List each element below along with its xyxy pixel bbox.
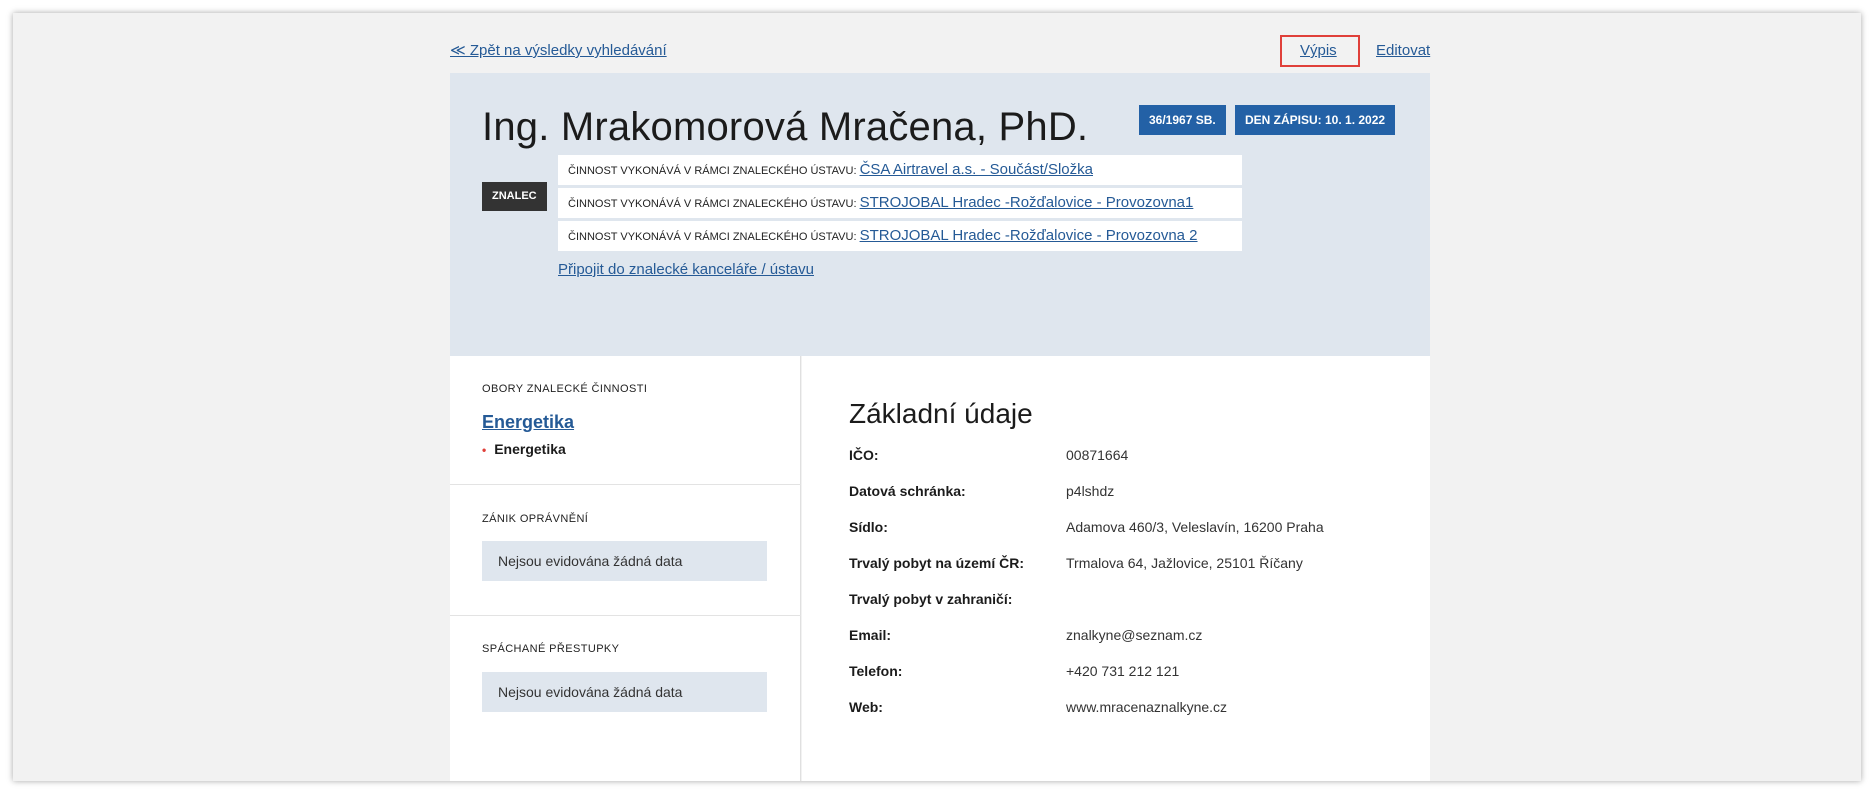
browser-viewport: ≪ Zpět na výsledky vyhledávání Výpis Edi…	[13, 13, 1861, 781]
info-row-web: Web: www.mracenaznalkyne.cz	[849, 699, 1409, 719]
field-subitem: • Energetika	[482, 441, 566, 457]
info-row-email: Email: znalkyne@seznam.cz	[849, 627, 1409, 647]
activity-row: ČINNOST VYKONÁVÁ V RÁMCI ZNALECKÉHO ÚSTA…	[558, 188, 1242, 218]
info-label: IČO:	[849, 447, 879, 463]
info-value: +420 731 212 121	[1066, 663, 1180, 679]
field-subitem-label: Energetika	[494, 441, 566, 457]
field-energetika-link[interactable]: Energetika	[482, 412, 574, 433]
expert-name: Ing. Mrakomorová Mračena, PhD.	[482, 105, 1089, 149]
back-to-results-link[interactable]: ≪ Zpět na výsledky vyhledávání	[450, 41, 667, 59]
activity-row: ČINNOST VYKONÁVÁ V RÁMCI ZNALECKÉHO ÚSTA…	[558, 221, 1242, 251]
info-value: Adamova 460/3, Veleslavín, 16200 Praha	[1066, 519, 1324, 535]
info-row-phone: Telefon: +420 731 212 121	[849, 663, 1409, 683]
fields-section-title: OBORY ZNALECKÉ ČINNOSTI	[482, 383, 648, 395]
law-badge: 36/1967 SB.	[1139, 105, 1226, 135]
role-badge: ZNALEC	[482, 182, 547, 211]
info-value: znalkyne@seznam.cz	[1066, 627, 1203, 643]
activity-prefix: ČINNOST VYKONÁVÁ V RÁMCI ZNALECKÉHO ÚSTA…	[568, 231, 857, 243]
info-value: 00871664	[1066, 447, 1129, 463]
info-row-data-box: Datová schránka: p4lshdz	[849, 483, 1409, 503]
termination-section-title: ZÁNIK OPRÁVNĚNÍ	[482, 513, 589, 525]
info-label: Email:	[849, 627, 892, 643]
info-row-residence-cz: Trvalý pobyt na území ČR: Trmalova 64, J…	[849, 555, 1409, 575]
activity-row: ČINNOST VYKONÁVÁ V RÁMCI ZNALECKÉHO ÚSTA…	[558, 155, 1242, 185]
info-label: Telefon:	[849, 663, 903, 679]
info-label: Sídlo:	[849, 519, 888, 535]
info-label: Web:	[849, 699, 883, 715]
offenses-empty-box: Nejsou evidována žádná data	[482, 672, 767, 712]
info-value: www.mracenaznalkyne.cz	[1066, 699, 1228, 715]
registration-date-badge: DEN ZÁPISU: 10. 1. 2022	[1235, 105, 1396, 135]
info-row-seat: Sídlo: Adamova 460/3, Veleslavín, 16200 …	[849, 519, 1409, 539]
sidebar: OBORY ZNALECKÉ ČINNOSTI Energetika • Ener…	[450, 356, 801, 781]
vypis-link[interactable]: Výpis	[1300, 42, 1337, 59]
institute-link[interactable]: ČSA Airtravel a.s. - Součást/Složka	[860, 161, 1093, 178]
activity-prefix: ČINNOST VYKONÁVÁ V RÁMCI ZNALECKÉHO ÚSTA…	[568, 165, 857, 177]
institute-link[interactable]: STROJOBAL Hradec -Rožďalovice - Provozov…	[860, 194, 1194, 211]
info-value: p4lshdz	[1066, 483, 1115, 499]
edit-link[interactable]: Editovat	[1376, 42, 1430, 59]
basic-info-panel: Základní údaje IČO: 00871664 Datová schr…	[802, 356, 1430, 781]
offenses-section-title: SPÁCHANÉ PŘESTUPKY	[482, 643, 620, 655]
basic-info-title: Základní údaje	[849, 398, 1033, 429]
top-navigation: ≪ Zpět na výsledky vyhledávání Výpis Edi…	[450, 35, 1430, 71]
bullet-icon: •	[482, 443, 487, 457]
info-value: Trmalova 64, Jažlovice, 25101 Říčany	[1066, 555, 1303, 571]
info-label: Trvalý pobyt na území ČR:	[849, 555, 1025, 571]
info-label: Trvalý pobyt v zahraničí:	[849, 591, 1013, 607]
expert-detail-page: ≪ Zpět na výsledky vyhledávání Výpis Edi…	[450, 13, 1430, 781]
institute-link[interactable]: STROJOBAL Hradec -Rožďalovice - Provozov…	[860, 227, 1198, 244]
info-row-ico: IČO: 00871664	[849, 447, 1409, 467]
attach-to-office-link[interactable]: Připojit do znalecké kanceláře / ústavu	[558, 261, 814, 278]
info-row-residence-abroad: Trvalý pobyt v zahraničí:	[849, 591, 1409, 611]
activity-prefix: ČINNOST VYKONÁVÁ V RÁMCI ZNALECKÉHO ÚSTA…	[568, 198, 857, 210]
divider	[450, 484, 801, 485]
expert-header: Ing. Mrakomorová Mračena, PhD. 36/1967 S…	[450, 73, 1430, 356]
termination-empty-box: Nejsou evidována žádná data	[482, 541, 767, 581]
divider	[450, 615, 801, 616]
info-label: Datová schránka:	[849, 483, 966, 499]
